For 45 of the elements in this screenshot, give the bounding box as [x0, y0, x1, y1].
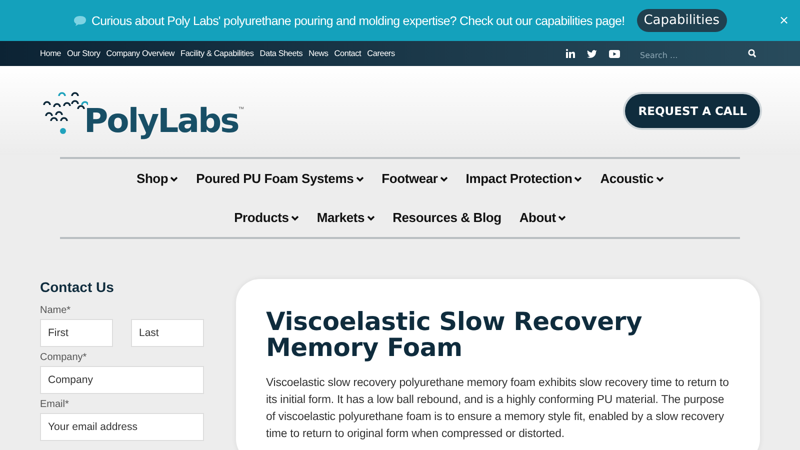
- chevron-down-icon: [366, 214, 375, 220]
- search-field[interactable]: Search ...: [640, 50, 740, 60]
- menu-item[interactable]: Poured PU Foam Systems: [196, 159, 364, 198]
- speech-bubble-icon: [73, 14, 88, 26]
- contact-heading: Contact Us: [40, 279, 115, 295]
- menu-item[interactable]: Acoustic: [600, 159, 664, 198]
- nav-link[interactable]: Careers: [367, 49, 395, 58]
- announcement-text: Curious about Poly Labs' polyurethane pouring and molding expertise? Check out our capabilities page!: [91, 14, 625, 28]
- menu-item[interactable]: Footwear: [382, 159, 448, 198]
- capabilities-button[interactable]: Capabilities: [636, 9, 727, 32]
- request-call-button[interactable]: REQUEST A CALL: [625, 94, 760, 128]
- chevron-down-icon: [558, 214, 566, 220]
- input-field[interactable]: Company: [40, 366, 204, 394]
- nav-link[interactable]: Data Sheets: [260, 49, 303, 58]
- input-field[interactable]: Last: [131, 319, 204, 347]
- menu-item[interactable]: Markets: [316, 198, 375, 237]
- article-paragraph: Viscoelastic slow recovery polyurethane memory foam exhibits slow recovery time to return to its initial form. It has a low ball rebound, and is a highly conforming PU material. The purpose of viscoelastic polyurethane foam is to ensure a memory style fit, enabled by a slow recovery time to return to original form when compressed or distorted.: [266, 376, 730, 442]
- molecule-dots-icon: [42, 90, 88, 134]
- menu-item[interactable]: Shop: [136, 159, 178, 198]
- nav-link[interactable]: Company Overview: [106, 49, 175, 58]
- chevron-down-icon: [656, 176, 664, 182]
- input-field[interactable]: Your email address: [40, 413, 204, 441]
- menu-item[interactable]: Impact Protection: [466, 159, 582, 198]
- linkedin-icon: [566, 49, 575, 58]
- menu-item[interactable]: Products: [234, 198, 299, 237]
- twitter-icon: [587, 50, 597, 58]
- chevron-down-icon: [170, 176, 178, 182]
- chevron-down-icon: [290, 214, 299, 220]
- chevron-down-icon: [440, 176, 448, 182]
- menu-item[interactable]: Resources & Blog: [392, 198, 502, 237]
- chevron-down-icon: [356, 176, 364, 182]
- menu-item[interactable]: About: [519, 198, 566, 237]
- nav-link[interactable]: News: [308, 49, 328, 58]
- play-icon: [609, 50, 620, 58]
- chevron-down-icon: [574, 176, 582, 182]
- field-label: Name*: [40, 305, 72, 316]
- nav-link[interactable]: Contact: [334, 49, 362, 58]
- input-field[interactable]: First: [40, 319, 113, 347]
- nav-link[interactable]: Home: [40, 49, 62, 58]
- field-label: Company*: [40, 352, 88, 363]
- search-icon: [748, 49, 756, 58]
- article-title: Viscoelastic Slow Recovery Memory Foam: [266, 309, 644, 361]
- nav-link[interactable]: Our Story: [67, 49, 100, 58]
- field-label: Email*: [40, 399, 70, 410]
- nav-link[interactable]: Facility & Capabilities: [180, 49, 254, 58]
